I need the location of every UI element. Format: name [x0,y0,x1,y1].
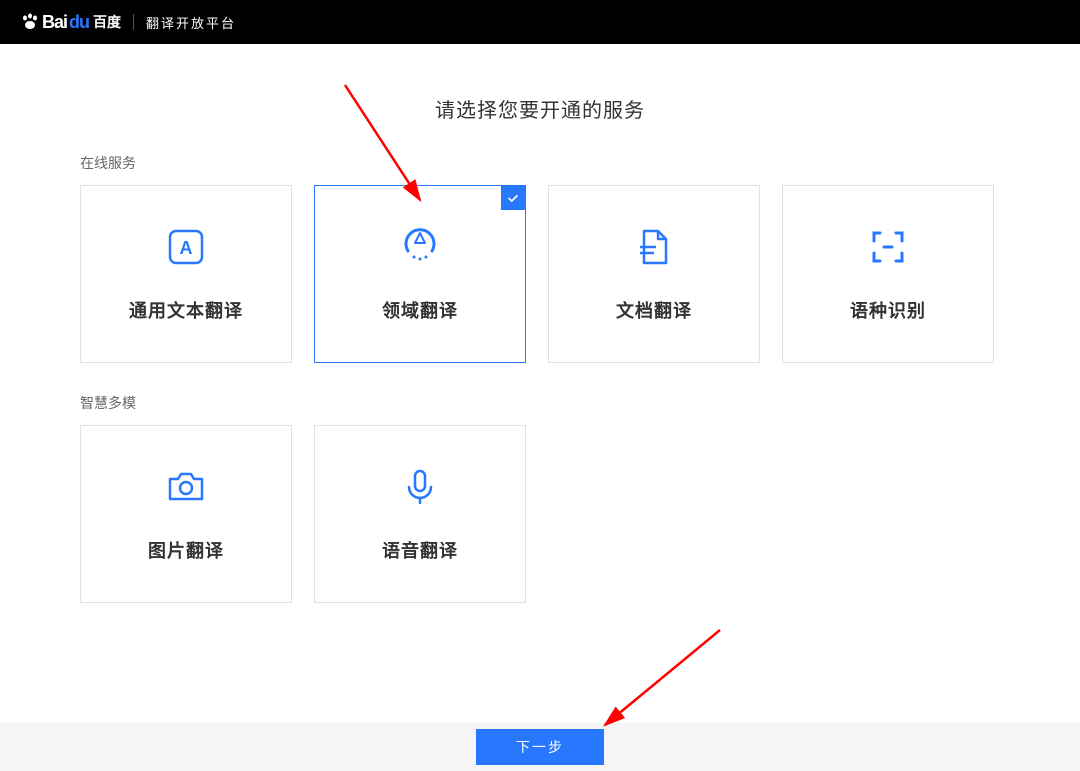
header-divider [133,14,134,30]
card-title: 文档翻译 [616,297,692,323]
check-corner [501,186,525,210]
microphone-icon [398,465,442,509]
logo-text-bai: Bai [42,12,67,33]
card-title: 语音翻译 [382,537,458,563]
card-title: 语种识别 [850,297,926,323]
card-title: 图片翻译 [148,537,224,563]
baidu-logo[interactable]: Bai du 百度 [20,12,121,33]
document-icon [632,225,676,269]
online-services-grid: A 通用文本翻译 领域翻译 [80,185,1000,363]
card-document-translation[interactable]: 文档翻译 [548,185,760,363]
platform-name: 翻译开放平台 [146,13,236,32]
section-label-online: 在线服务 [80,153,1000,173]
card-general-text-translation[interactable]: A 通用文本翻译 [80,185,292,363]
card-voice-translation[interactable]: 语音翻译 [314,425,526,603]
logo-cn: 百度 [93,12,121,32]
main-content: 请选择您要开通的服务 在线服务 A 通用文本翻译 [0,44,1080,603]
camera-icon [164,465,208,509]
card-title: 通用文本翻译 [129,297,243,323]
next-button[interactable]: 下一步 [476,729,604,765]
detect-brackets-icon [866,225,910,269]
card-domain-translation[interactable]: 领域翻译 [314,185,526,363]
page-title: 请选择您要开通的服务 [80,94,1000,123]
card-language-detection[interactable]: 语种识别 [782,185,994,363]
card-image-translation[interactable]: 图片翻译 [80,425,292,603]
annotation-arrow-2 [590,620,730,740]
domain-circle-icon [398,225,442,269]
text-a-icon: A [164,225,208,269]
multimodal-services-grid: 图片翻译 语音翻译 [80,425,1000,603]
footer-bar: 下一步 [0,723,1080,771]
card-title: 领域翻译 [382,297,458,323]
svg-text:A: A [180,238,193,258]
paw-icon [20,12,40,32]
section-label-multimodal: 智慧多模 [80,393,1000,413]
top-header: Bai du 百度 翻译开放平台 [0,0,1080,44]
logo-text-du: du [69,12,89,33]
checkmark-icon [506,191,520,205]
